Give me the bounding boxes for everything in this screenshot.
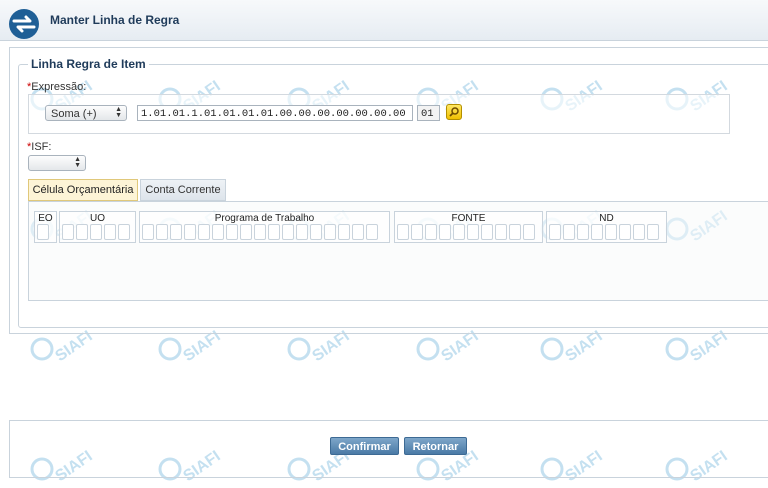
digit-cell-input[interactable]: [104, 224, 116, 240]
digit-cell-input[interactable]: [549, 224, 561, 240]
digit-cell-input[interactable]: [226, 224, 238, 240]
cell-group-programa-de-trabalho: Programa de Trabalho: [139, 211, 390, 243]
isf-label: *ISF:: [27, 141, 52, 153]
cell-group-uo: UO: [59, 211, 136, 243]
digit-cell-input[interactable]: [282, 224, 294, 240]
digit-cell-input[interactable]: [605, 224, 617, 240]
digit-cell-input[interactable]: [591, 224, 603, 240]
page-header: Manter Linha de Regra: [0, 0, 768, 41]
digit-cell-input[interactable]: [352, 224, 364, 240]
digit-cell-input[interactable]: [338, 224, 350, 240]
tab-celula-orcamentaria[interactable]: Célula Orçamentária: [28, 179, 138, 201]
digit-cell-input[interactable]: [453, 224, 465, 240]
digit-cell-input[interactable]: [619, 224, 631, 240]
digit-cell-input[interactable]: [439, 224, 451, 240]
digit-cell-input[interactable]: [62, 224, 74, 240]
digit-cell-input[interactable]: [170, 224, 182, 240]
digit-cell-input[interactable]: [397, 224, 409, 240]
digit-cell-input[interactable]: [156, 224, 168, 240]
back-button[interactable]: Retornar: [404, 437, 467, 455]
conta-input[interactable]: 1.01.01.1.01.01.01.01.00.00.00.00.00.00.…: [137, 105, 413, 121]
digit-cell-input[interactable]: [268, 224, 280, 240]
digit-cell-input[interactable]: [76, 224, 88, 240]
digit-cell-input[interactable]: [563, 224, 575, 240]
digit-cell-input[interactable]: [495, 224, 507, 240]
digit-cell-input[interactable]: [647, 224, 659, 240]
operacao-select[interactable]: Soma (+) ▲ ▼: [45, 105, 127, 121]
cell-group-nd: ND: [546, 211, 667, 243]
tab-conta-corrente[interactable]: Conta Corrente: [140, 179, 226, 201]
expressao-label: *Expressão:: [27, 81, 87, 93]
digit-cell-input[interactable]: [118, 224, 130, 240]
search-icon: [449, 107, 459, 117]
digit-cell-input[interactable]: [467, 224, 479, 240]
confirm-button[interactable]: Confirmar: [330, 437, 399, 455]
digit-cell-input[interactable]: [37, 224, 49, 240]
isf-select[interactable]: ▲ ▼: [28, 155, 86, 171]
digit-cell-input[interactable]: [481, 224, 493, 240]
digit-cell-input[interactable]: [411, 224, 423, 240]
digit-cell-input[interactable]: [324, 224, 336, 240]
digit-cell-input[interactable]: [240, 224, 252, 240]
digit-cell-input[interactable]: [296, 224, 308, 240]
fieldset-legend: Linha Regra de Item: [28, 57, 149, 71]
cell-group-eo: EO: [34, 211, 57, 243]
digit-cell-input[interactable]: [577, 224, 589, 240]
page-title: Manter Linha de Regra: [50, 13, 180, 27]
digit-cell-input[interactable]: [366, 224, 378, 240]
digit-cell-input[interactable]: [184, 224, 196, 240]
select-arrows-icon: ▲ ▼: [74, 156, 81, 169]
digit-cell-input[interactable]: [198, 224, 210, 240]
search-button[interactable]: [446, 104, 462, 120]
digit-cell-input[interactable]: [90, 224, 102, 240]
siafi-logo-icon: [9, 9, 39, 39]
digit-cell-input[interactable]: [425, 224, 437, 240]
cell-group-fonte: FONTE: [394, 211, 543, 243]
digit-cell-input[interactable]: [142, 224, 154, 240]
digit-cell-input[interactable]: [254, 224, 266, 240]
select-arrows-icon: ▲ ▼: [115, 106, 122, 119]
digit-cell-input[interactable]: [509, 224, 521, 240]
digit-cell-input[interactable]: [310, 224, 322, 240]
digit-cell-input[interactable]: [212, 224, 224, 240]
digit-cell-input[interactable]: [633, 224, 645, 240]
digit-cell-input[interactable]: [523, 224, 535, 240]
suffix-input[interactable]: 01: [417, 105, 440, 121]
